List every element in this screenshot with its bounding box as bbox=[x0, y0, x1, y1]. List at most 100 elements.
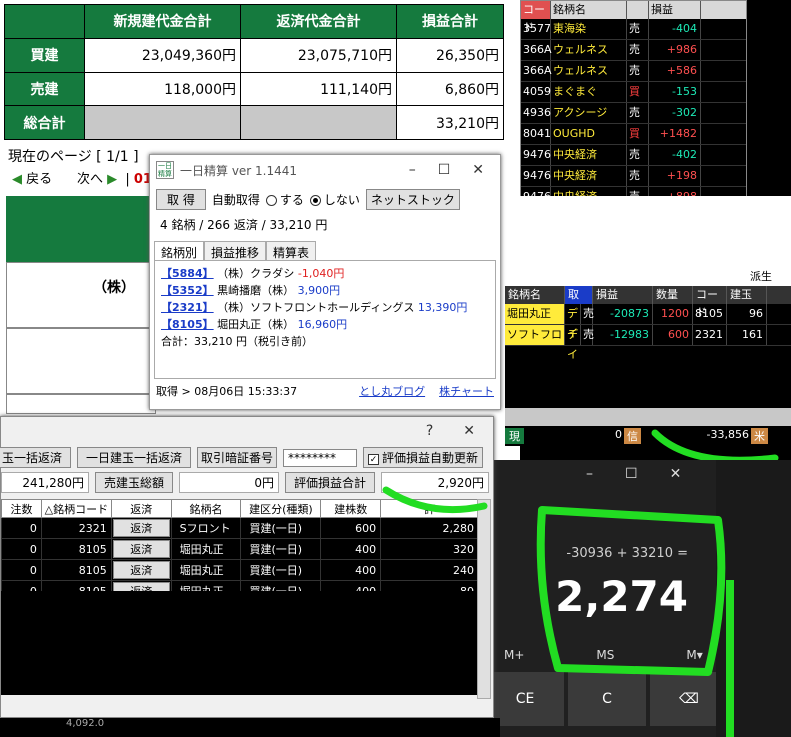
day-bulk-repay-button[interactable]: 一日建玉一括返済 bbox=[77, 447, 192, 468]
repay-button[interactable]: 返済 bbox=[112, 540, 170, 558]
ranking-row[interactable]: 9476 中央経済売 +198 bbox=[521, 166, 746, 187]
eval-pl: 320 bbox=[380, 538, 479, 560]
radio-on-label: する bbox=[279, 193, 304, 207]
col-header[interactable]: 建区分(種類) bbox=[240, 499, 322, 518]
next-link[interactable]: 次へ bbox=[77, 172, 103, 187]
stock-name: 堀田丸正 bbox=[170, 559, 242, 581]
col-header[interactable]: 返済 bbox=[110, 499, 172, 518]
table-row: 0 8105 返済 堀田丸正 買建(一日) 400 240 bbox=[1, 559, 479, 581]
ranking-side: 売 bbox=[627, 40, 649, 60]
ranking-row[interactable]: 4059 まぐまぐ買 -153 bbox=[521, 82, 746, 103]
radio-auto-off[interactable]: しない bbox=[309, 191, 360, 208]
ranking-row[interactable]: 9476 中央経済売 -402 bbox=[521, 145, 746, 166]
popup-title: 一日精算 ver 1.1441 bbox=[180, 163, 298, 178]
buy-return-total: 23,075,710円 bbox=[240, 37, 397, 73]
ranking-side: 売 bbox=[627, 166, 649, 186]
tab-settlement[interactable]: 精算表 bbox=[266, 241, 317, 260]
ranking-code: 366A bbox=[521, 61, 552, 81]
auto-update-checkbox[interactable]: ✓ 評価損益自動更新 bbox=[363, 447, 484, 468]
row-label-buy: 買建 bbox=[4, 37, 85, 73]
ranking-row[interactable]: 366A ウェルネス売 +986 bbox=[521, 40, 746, 61]
stock-name: 黒崎播磨（株） bbox=[217, 284, 295, 297]
order-count: 0 bbox=[1, 538, 42, 560]
vertical-scrollbar[interactable] bbox=[477, 499, 491, 699]
pos-kind: デイ bbox=[565, 304, 581, 340]
stock-code-link[interactable]: 【5884】 bbox=[161, 267, 214, 280]
ranking-side: 買 bbox=[627, 124, 649, 144]
ranking-pl: -153 bbox=[649, 82, 701, 102]
ranking-row[interactable]: 366A ウェルネス売 +586 bbox=[521, 61, 746, 82]
ranking-header-name: 銘柄名 bbox=[551, 1, 627, 19]
col-header[interactable]: 建株数 bbox=[320, 499, 382, 518]
green-underline-annotation bbox=[382, 486, 488, 514]
ranking-row[interactable]: 3577 東海染売 -404 bbox=[521, 19, 746, 40]
help-icon[interactable]: ? bbox=[426, 423, 433, 439]
positions-header: 銘柄名 取 損益 数量 コード 建玉 bbox=[505, 286, 791, 319]
repay-button[interactable]: 返済 bbox=[112, 561, 170, 579]
eval-pl-button[interactable]: 評価損益合計 bbox=[285, 472, 376, 493]
clear-button[interactable]: C bbox=[568, 672, 646, 726]
tab-by-stock[interactable]: 銘柄別 bbox=[154, 241, 205, 260]
bg-table-row bbox=[6, 394, 156, 414]
position-kind: 買建(一日) bbox=[240, 559, 322, 581]
eval-pl: 2,280 bbox=[380, 517, 479, 539]
horizontal-scrollbar[interactable] bbox=[505, 408, 791, 426]
close-icon[interactable]: ✕ bbox=[463, 423, 475, 439]
pos-header-tate: 建玉 bbox=[727, 286, 767, 304]
tab-pl-trend[interactable]: 損益推移 bbox=[204, 241, 267, 260]
row-label-sell: 売建 bbox=[4, 71, 85, 107]
ranking-row[interactable]: 4936 アクシージ売 -302 bbox=[521, 103, 746, 124]
calc-window-buttons: – ☐ ✕ bbox=[586, 466, 681, 482]
table-row: 0 8105 返済 堀田丸正 買建(一日) 400 320 bbox=[1, 538, 479, 560]
maximize-icon[interactable]: ☐ bbox=[438, 162, 451, 178]
stock-code-link[interactable]: 【8105】 bbox=[161, 318, 214, 331]
close-icon[interactable]: ✕ bbox=[472, 162, 484, 178]
position-kind: 買建(一日) bbox=[240, 517, 322, 539]
stock-pl-amount: 3,900円 bbox=[297, 284, 341, 297]
eval-pl: 240 bbox=[380, 559, 479, 581]
repay-button[interactable]: 返済 bbox=[112, 519, 170, 537]
check-icon: ✓ bbox=[368, 454, 380, 465]
stock-name: Sフロント bbox=[170, 517, 242, 539]
stock-code-link[interactable]: 【5352】 bbox=[161, 284, 214, 297]
position-row[interactable]: ソフトフロン デイ売 -12983 600 2321 161 bbox=[505, 325, 791, 361]
stock-name: （株）ソフトフロントホールディングス bbox=[217, 301, 415, 314]
fetch-button[interactable]: 取 得 bbox=[156, 189, 206, 210]
netstock-button[interactable]: ネットストック bbox=[365, 189, 460, 210]
back-link[interactable]: 戻る bbox=[26, 172, 52, 187]
col-header[interactable]: 銘柄名 bbox=[170, 499, 242, 518]
sell-total-button[interactable]: 売建玉総額 bbox=[95, 472, 174, 493]
stock-code-link[interactable]: 【2321】 bbox=[161, 301, 214, 314]
popup-footer: 取得 > 08月06日 15:33:37 とし丸ブログ 株チャート bbox=[150, 379, 500, 403]
summary-header-new: 新規建代金合計 bbox=[84, 4, 241, 39]
pos-header-kind: 取 bbox=[565, 286, 593, 304]
ranking-pl: -404 bbox=[649, 19, 701, 39]
next-arrow-icon: ▶ bbox=[107, 172, 118, 187]
col-header[interactable]: △銘柄コード bbox=[40, 499, 112, 518]
pin-label: 取引暗証番号 bbox=[197, 447, 278, 468]
radio-icon bbox=[265, 195, 277, 206]
pos-tate: 161 bbox=[727, 325, 767, 345]
minimize-icon[interactable]: – bbox=[409, 162, 416, 178]
ranking-row[interactable]: 8041 OUGHD 買 +1482 bbox=[521, 124, 746, 145]
maximize-icon[interactable]: ☐ bbox=[625, 466, 638, 482]
col-header[interactable]: 注数 bbox=[1, 499, 42, 518]
minimize-icon[interactable]: – bbox=[586, 466, 593, 482]
chart-link[interactable]: 株チャート bbox=[439, 383, 494, 399]
radio-auto-on[interactable]: する bbox=[265, 191, 304, 208]
derive-tab[interactable]: 派生 bbox=[750, 268, 772, 284]
blog-link[interactable]: とし丸ブログ bbox=[359, 383, 425, 399]
position-row[interactable]: 堀田丸正 デイ売 -20873 1200 8105 96 bbox=[505, 304, 791, 340]
close-icon[interactable]: ✕ bbox=[670, 466, 682, 482]
repay-dialog: ? ✕ 玉一括返済 一日建玉一括返済 取引暗証番号 ******** ✓ 評価損益… bbox=[0, 416, 494, 718]
pos-code: 8105 bbox=[693, 304, 727, 324]
grand-pl-total: 33,210円 bbox=[396, 105, 504, 140]
stock-code: 8105 bbox=[40, 538, 112, 560]
pos-pl: -12983 bbox=[593, 325, 653, 345]
back-arrow-icon: ◀ bbox=[12, 172, 22, 187]
pos-kind: デイ bbox=[565, 325, 581, 361]
memory-add-button[interactable]: M+ bbox=[504, 648, 524, 662]
ranking-pl: +586 bbox=[649, 61, 701, 81]
pin-input[interactable]: ******** bbox=[283, 448, 358, 467]
bulk-repay-button[interactable]: 玉一括返済 bbox=[0, 447, 72, 468]
